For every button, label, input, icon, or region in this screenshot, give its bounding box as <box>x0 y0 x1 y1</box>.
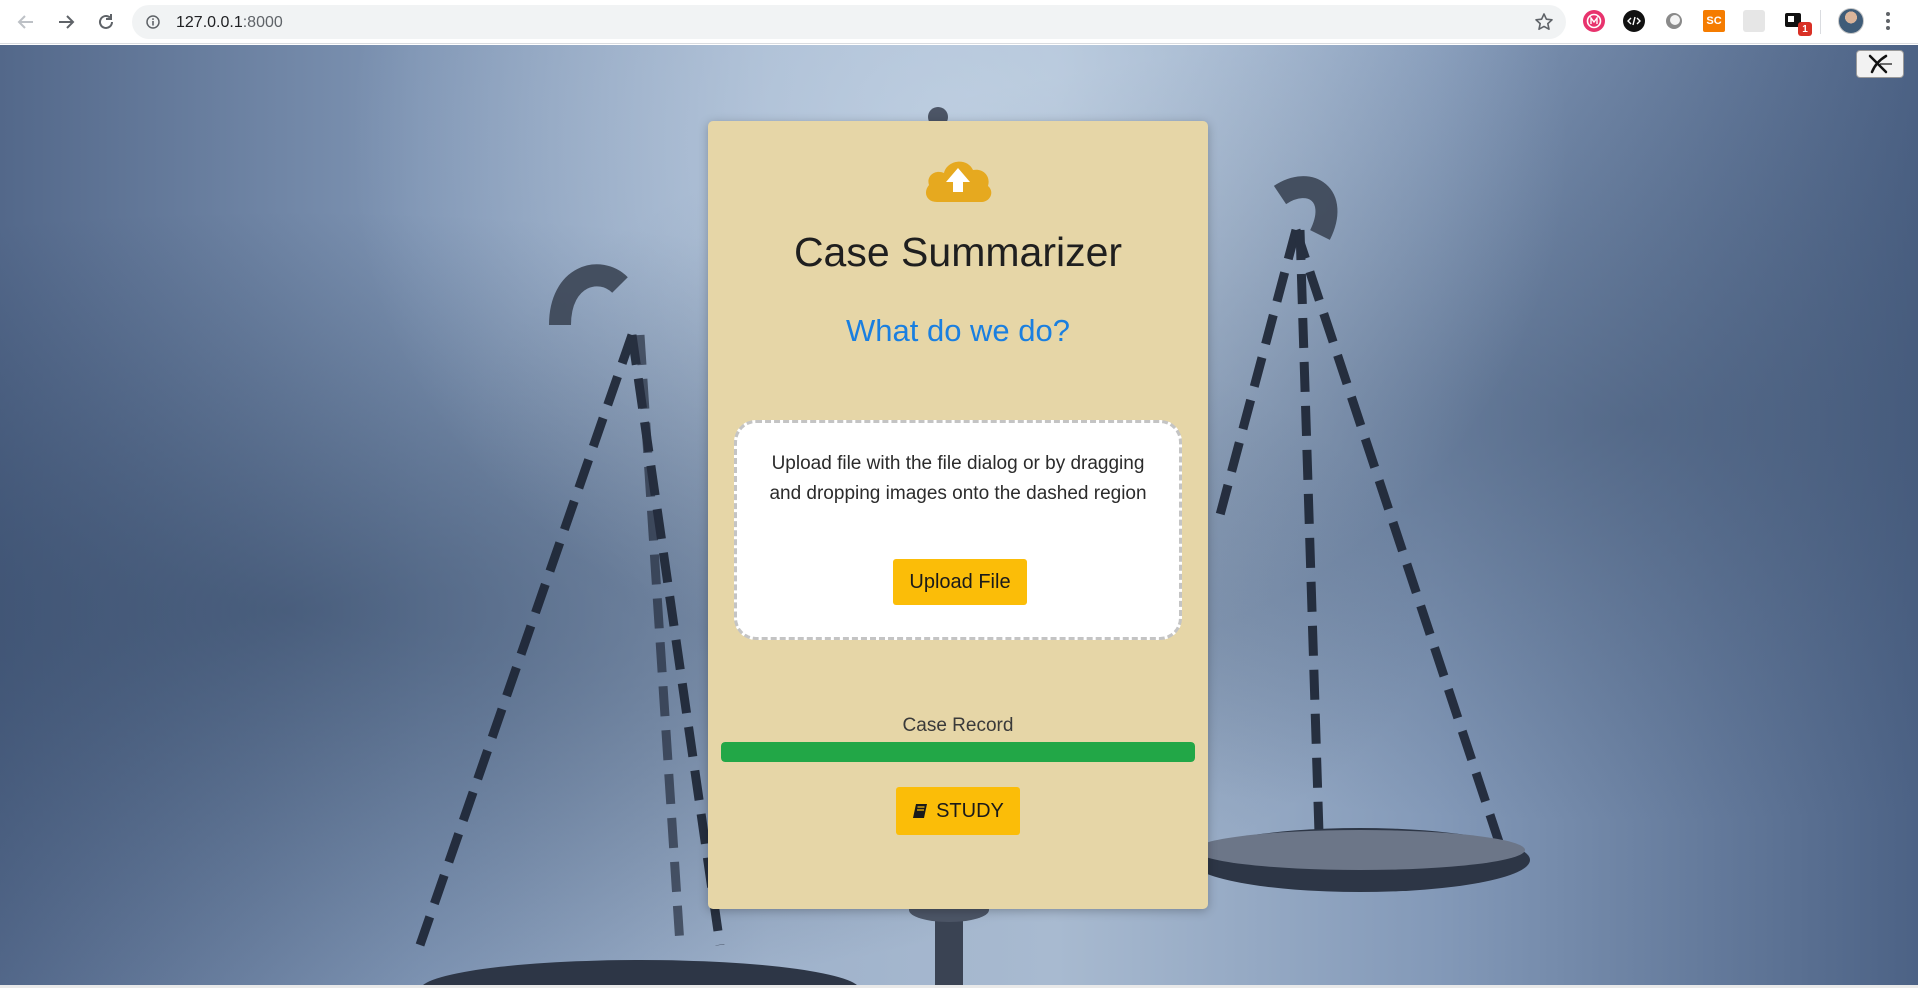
forward-arrow-icon[interactable] <box>52 8 80 36</box>
extension-badge: 1 <box>1798 22 1812 36</box>
browser-toolbar: 127.0.0.1:8000 SC 1 <box>0 0 1918 44</box>
study-button[interactable]: STUDY <box>896 787 1020 835</box>
toolbar-divider <box>1820 10 1821 34</box>
back-arrow-icon[interactable] <box>12 8 40 36</box>
page-background: Case Summarizer What do we do? Upload fi… <box>0 45 1918 988</box>
case-record-progress-bar <box>721 742 1195 762</box>
cloud-upload-icon <box>923 154 993 209</box>
dropzone-instructions: Upload file with the file dialog or by d… <box>769 453 1147 504</box>
blank-extension-icon[interactable] <box>1743 10 1765 32</box>
what-do-we-do-link[interactable]: What do we do? <box>708 313 1208 349</box>
summarizer-card: Case Summarizer What do we do? Upload fi… <box>708 121 1208 909</box>
profile-avatar[interactable] <box>1838 8 1864 34</box>
url-text: 127.0.0.1:8000 <box>176 14 283 31</box>
book-icon <box>913 804 928 818</box>
sc-extension-icon[interactable]: SC <box>1703 10 1725 32</box>
circle-extension-icon[interactable] <box>1663 10 1685 32</box>
m-extension-icon[interactable] <box>1583 10 1605 32</box>
code-extension-icon[interactable] <box>1623 10 1645 32</box>
bookmark-star-icon[interactable] <box>1534 12 1554 37</box>
file-dropzone[interactable]: Upload file with the file dialog or by d… <box>734 420 1182 640</box>
page-title: Case Summarizer <box>793 229 1123 275</box>
upload-file-button[interactable]: Upload File <box>893 559 1027 605</box>
reload-icon[interactable] <box>92 8 120 36</box>
study-button-label: STUDY <box>936 799 1004 822</box>
progress-fill <box>721 742 1195 762</box>
site-info-icon[interactable] <box>146 15 160 34</box>
address-bar[interactable]: 127.0.0.1:8000 <box>132 5 1566 39</box>
close-x-icon <box>1868 54 1892 74</box>
close-button[interactable] <box>1856 50 1904 78</box>
progress-label: Case Record <box>902 715 1014 736</box>
browser-menu-icon[interactable] <box>1884 10 1892 37</box>
